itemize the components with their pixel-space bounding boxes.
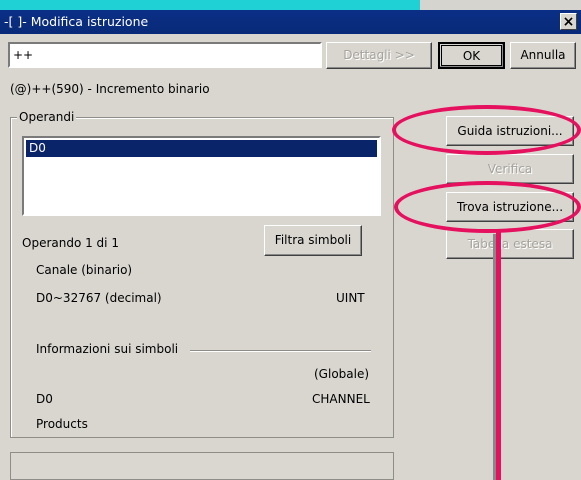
filter-symbols-label: Filtra simboli xyxy=(274,233,352,247)
desktop-strip xyxy=(0,0,420,10)
symbol-info-label: Informazioni sui simboli xyxy=(36,342,179,356)
instruction-description: (@)++(590) - Incremento binario xyxy=(10,82,210,96)
symbol-info-separator xyxy=(190,350,371,352)
instruction-help-label: Guida istruzioni... xyxy=(457,124,563,138)
operands-list[interactable]: D0 xyxy=(22,136,381,216)
symbol-kind: CHANNEL xyxy=(312,392,370,406)
details-button[interactable]: Dettagli >> xyxy=(326,42,432,69)
operand-range: D0~32767 (decimal) xyxy=(36,291,162,305)
find-instruction-label: Trova istruzione... xyxy=(456,200,564,214)
instruction-input[interactable]: ++ xyxy=(8,42,322,68)
bottom-panel xyxy=(10,452,394,480)
filter-symbols-button[interactable]: Filtra simboli xyxy=(264,225,362,256)
instruction-value: ++ xyxy=(13,48,34,62)
ok-label: OK xyxy=(462,49,481,63)
verify-button[interactable]: Verifica xyxy=(446,154,574,184)
symbol-name: D0 xyxy=(36,392,53,406)
details-label: Dettagli >> xyxy=(343,48,415,62)
find-instruction-button[interactable]: Trova istruzione... xyxy=(446,192,574,222)
operand-type: Canale (binario) xyxy=(36,263,133,277)
operand-data-type: UINT xyxy=(336,291,365,305)
desktop-strip-right xyxy=(420,0,581,10)
title-bar[interactable]: -[ ]- Modifica istruzione × xyxy=(0,10,581,34)
extended-table-button[interactable]: Tabella estesa xyxy=(446,229,574,259)
ok-button[interactable]: OK xyxy=(438,42,505,69)
list-item[interactable]: D0 xyxy=(26,140,377,157)
symbol-comment: Products xyxy=(36,417,88,431)
extended-table-label: Tabella estesa xyxy=(467,237,553,251)
cancel-button[interactable]: Annulla xyxy=(510,42,576,69)
cancel-label: Annulla xyxy=(520,48,566,62)
symbol-scope: (Globale) xyxy=(314,367,370,381)
operands-group-label: Operandi xyxy=(17,110,77,124)
window-title: -[ ]- Modifica istruzione xyxy=(4,14,149,29)
operand-counter: Operando 1 di 1 xyxy=(22,236,119,250)
verify-label: Verifica xyxy=(487,162,533,176)
pointer-line xyxy=(496,232,501,480)
close-button[interactable]: × xyxy=(560,13,577,30)
instruction-help-button[interactable]: Guida istruzioni... xyxy=(446,116,574,146)
